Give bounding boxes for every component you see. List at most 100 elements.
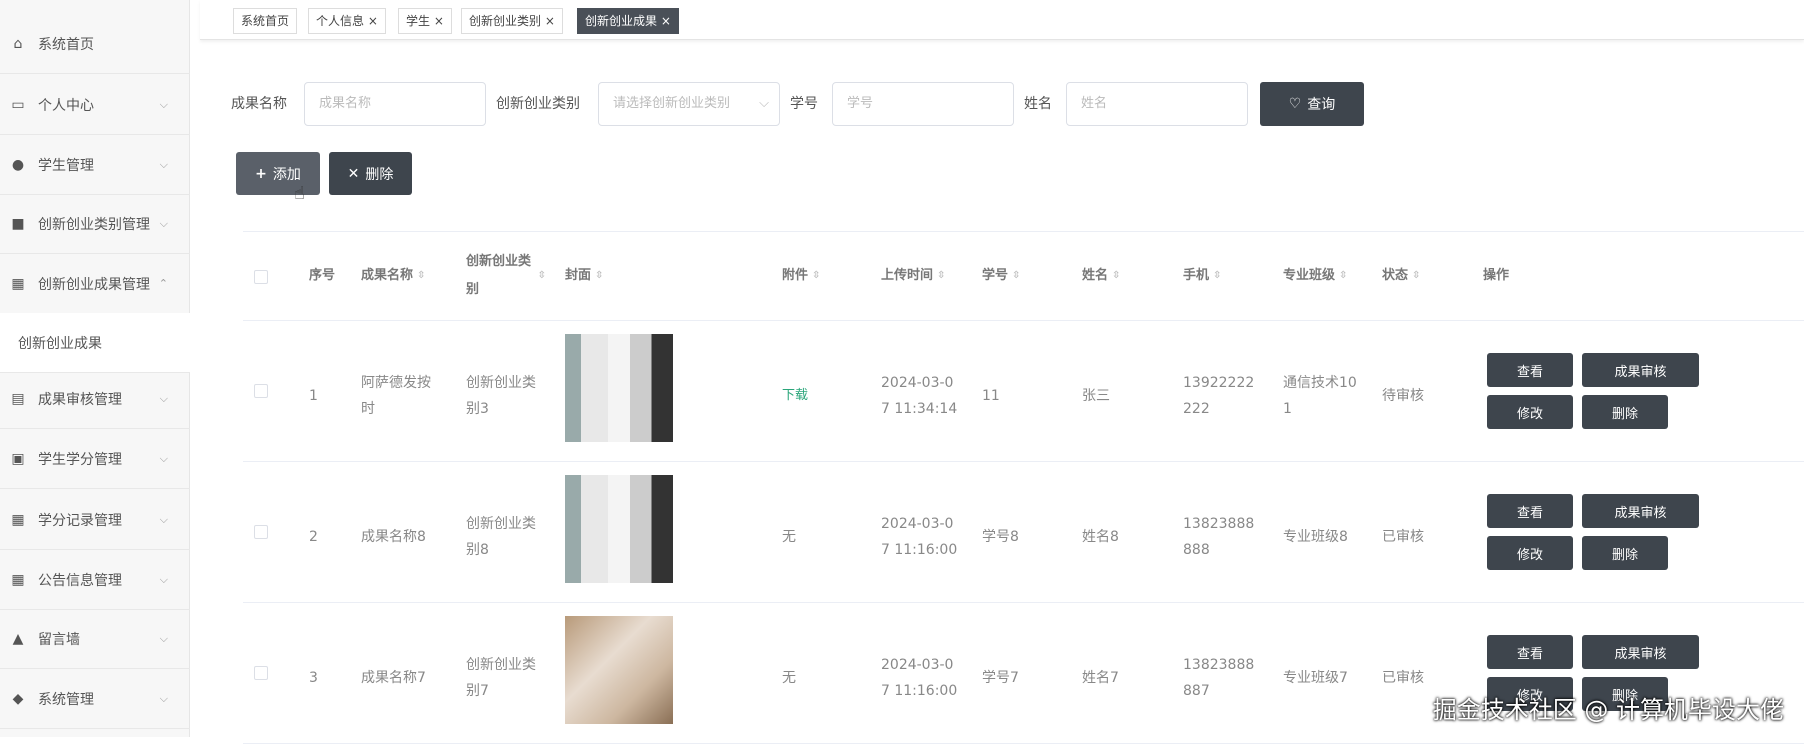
sort-icon[interactable]: ⇳ [1213,262,1221,290]
column-header[interactable]: 封面 ⇳ [565,232,715,320]
edit-button[interactable]: 修改 [1487,536,1573,570]
cell-text: 2024-03-07 11:16:00 [881,516,958,558]
close-icon[interactable]: × [545,14,555,28]
tab-label: 系统首页 [241,14,290,28]
close-icon[interactable]: × [368,14,378,28]
cell-text: 成果名称8 [361,529,426,545]
row-checkbox[interactable] [254,666,268,680]
type-select[interactable]: 请选择创新创业类别 ⌵ [598,82,780,126]
sidebar-item[interactable]: ● 学生管理 ⌵ [0,135,190,195]
cell-no: 1 [309,370,354,422]
tab-category[interactable]: 创新创业类别 × [461,8,563,34]
column-header[interactable]: 状态 ⇳ [1382,232,1472,320]
delete-label: 删除 [1611,406,1638,422]
add-button[interactable]: + 添加 [236,152,320,195]
tab-profile[interactable]: 个人信息 × [308,8,386,34]
close-icon[interactable]: × [661,14,671,28]
id-input[interactable]: 学号 [832,82,1014,126]
row-divider [243,461,1804,462]
sidebar-item[interactable]: ▦ 学分记录管理 ⌵ [0,490,190,550]
tab-label: 创新创业成果 [585,14,658,28]
column-header[interactable]: 学号 ⇳ [982,232,1062,320]
review-label: 成果审核 [1614,505,1667,521]
sidebar-item-label: 系统管理 [38,691,94,708]
close-icon[interactable]: × [434,14,444,28]
add-label: 添加 [272,166,301,183]
sidebar-item-label: 学生管理 [38,157,94,174]
column-header-label: 学号 [982,268,1009,283]
cell-sname: 张三 [1082,370,1162,422]
cell-cls: 专业班级8 [1283,511,1363,563]
sort-icon[interactable]: ⇳ [1412,262,1420,290]
plus-icon: + [255,165,267,182]
sort-icon[interactable]: ⇳ [417,262,425,290]
sort-icon[interactable]: ⇳ [1339,262,1347,290]
cell-name: 成果名称7 [361,652,439,704]
tab-achievement[interactable]: 创新创业成果 × [577,8,679,34]
sidebar-item[interactable]: ▤ 成果审核管理 ⌵ [0,369,190,429]
sort-icon[interactable]: ⇳ [1112,262,1120,290]
sidebar-item[interactable]: ▲ 留言墙 ⌵ [0,609,190,669]
sidebar-item[interactable]: ▦ 公告信息管理 ⌵ [0,550,190,610]
review-button[interactable]: 成果审核 [1582,353,1699,387]
cell-no: 3 [309,652,354,704]
cell-text: 已审核 [1382,670,1424,686]
chevron-icon: ⌵ [159,451,168,465]
sidebar-item-label: 系统首页 [38,36,94,53]
column-header[interactable]: 专业班级 ⇳ [1283,232,1373,320]
tab-student[interactable]: 学生 × [398,8,452,34]
column-header[interactable]: 姓名 ⇳ [1082,232,1162,320]
sidebar-item[interactable]: ⌂ 系统首页 [0,14,190,74]
sort-icon[interactable]: ⇳ [937,262,945,290]
cell-text: 学号7 [982,670,1019,686]
sidebar-item[interactable]: ◆ 系统管理 ⌵ [0,669,190,729]
column-header[interactable]: 附件 ⇳ [782,232,862,320]
cell-text: 创新创业类别8 [466,516,536,558]
delete-button[interactable]: 删除 [1582,536,1668,570]
xm-input[interactable]: 姓名 [1066,82,1248,126]
row-checkbox[interactable] [254,384,268,398]
sidebar-item-label: 创新创业成果 [18,335,102,352]
delete-button[interactable]: 删除 [1582,395,1668,429]
sort-icon[interactable]: ⇳ [595,262,603,290]
column-header[interactable]: 上传时间 ⇳ [881,232,971,320]
cell-text: 通信技术101 [1283,375,1357,417]
sidebar-item[interactable]: ■ 创新创业类别管理 ⌵ [0,194,190,254]
cell-attach[interactable]: 下载 [782,370,862,422]
cell-text: 专业班级8 [1283,529,1348,545]
chevron-icon: ⌵ [159,631,168,645]
sort-icon[interactable]: ⇳ [538,262,546,290]
view-button[interactable]: 查看 [1487,494,1573,528]
query-button[interactable]: ♡ 查询 [1260,82,1364,126]
view-button[interactable]: 查看 [1487,635,1573,669]
review-button[interactable]: 成果审核 [1582,494,1699,528]
column-header[interactable]: 成果名称 ⇳ [361,232,441,320]
cell-time: 2024-03-07 11:34:14 [881,370,961,422]
column-header-label: 成果名称 [361,268,414,283]
sort-icon[interactable]: ⇳ [812,262,820,290]
person-icon: ◆ [12,690,24,707]
select-all-checkbox[interactable] [254,270,268,284]
delete-label: 删除 [365,166,394,183]
sort-icon[interactable]: ⇳ [1012,262,1020,290]
sidebar-item[interactable]: ▣ 学生学分管理 ⌵ [0,429,190,489]
row-checkbox[interactable] [254,525,268,539]
column-header[interactable]: 创新创业类别 ⇳ [466,232,546,320]
watermark: 掘金技术社区 @ 计算机毕设大佬 [1432,696,1784,724]
column-header[interactable]: 手机 ⇳ [1183,232,1263,320]
sidebar-item[interactable]: ▦ 创新创业成果管理 ⌃ [0,254,190,314]
query-label: 查询 [1307,97,1336,113]
delete-button[interactable]: ✕ 删除 [329,152,412,195]
review-button[interactable]: 成果审核 [1582,635,1699,669]
cell-text: 无 [782,529,796,545]
cell-time: 2024-03-07 11:16:00 [881,511,961,563]
edit-button[interactable]: 修改 [1487,395,1573,429]
view-button[interactable]: 查看 [1487,353,1573,387]
name-input[interactable]: 成果名称 [304,82,486,126]
sidebar-item[interactable]: 创新创业成果 [0,313,190,373]
cell-phone: 13922222222 [1183,370,1255,422]
column-header-label: 附件 [782,268,809,283]
tab-home[interactable]: 系统首页 [233,8,298,34]
sidebar-item[interactable]: ▭ 个人中心 ⌵ [0,75,190,135]
review-label: 成果审核 [1614,364,1667,380]
